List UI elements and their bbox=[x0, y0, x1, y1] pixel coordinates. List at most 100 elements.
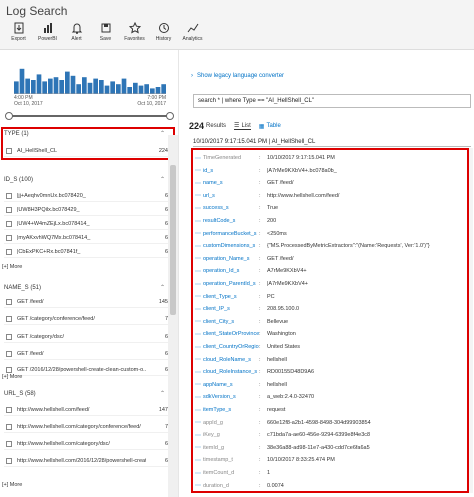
histogram-bar[interactable] bbox=[42, 81, 47, 94]
timeline-histogram[interactable] bbox=[14, 64, 166, 94]
filter-scrollbar[interactable] bbox=[168, 135, 178, 497]
save-button[interactable]: Save bbox=[91, 20, 120, 50]
toolbar: Export PowerBI Alert Save Favorites Hist… bbox=[0, 20, 474, 50]
facet-url-row[interactable]: http://www.hellshell.com/2016/12/28/powe… bbox=[4, 455, 168, 467]
facet-url-row[interactable]: http://www.hellshell.com/category/dsc/ 6 bbox=[4, 438, 168, 450]
histogram-bar[interactable] bbox=[150, 88, 155, 94]
slider-start-handle[interactable] bbox=[5, 112, 13, 120]
checkbox[interactable] bbox=[6, 298, 12, 305]
histogram-bar[interactable] bbox=[121, 78, 127, 94]
histogram-bar[interactable] bbox=[99, 80, 104, 94]
facet-url-row[interactable]: http://www.hellshell.com/category/confer… bbox=[4, 421, 168, 433]
histogram-bar[interactable] bbox=[133, 82, 138, 94]
checkbox[interactable] bbox=[6, 366, 12, 373]
tab-list[interactable]: ☰ List bbox=[234, 122, 251, 130]
more-link[interactable]: [+] More bbox=[2, 374, 22, 380]
histogram-bar[interactable] bbox=[110, 81, 115, 94]
legacy-converter-link[interactable]: › Show legacy language converter bbox=[191, 73, 284, 79]
histogram-bar[interactable] bbox=[82, 77, 87, 94]
histogram-bar[interactable] bbox=[19, 68, 25, 94]
export-button[interactable]: Export bbox=[4, 20, 33, 50]
facet-value: GET /category/conference/feed/ bbox=[17, 315, 95, 322]
powerbi-label: PowerBI bbox=[38, 36, 57, 42]
histogram-bar[interactable] bbox=[155, 87, 161, 94]
histogram-bar[interactable] bbox=[144, 84, 149, 94]
query-input[interactable]: search * | where Type == "AI_HellShell_C… bbox=[193, 94, 471, 108]
facet-name-row[interactable]: GET /category/dsc/ 6 bbox=[4, 331, 168, 343]
checkbox[interactable] bbox=[6, 406, 12, 413]
facet-id-row[interactable]: |CbExPKC+Rx.bc07841f_ 6 bbox=[4, 246, 168, 258]
results-pane: › Show legacy language converter search … bbox=[178, 50, 474, 497]
histogram-bar[interactable] bbox=[59, 80, 64, 94]
histogram-bar[interactable] bbox=[161, 84, 166, 94]
checkbox[interactable] bbox=[6, 457, 12, 464]
time-range-slider[interactable] bbox=[5, 112, 174, 120]
checkbox[interactable] bbox=[6, 350, 12, 357]
collapse-icon[interactable]: ⌃ bbox=[160, 176, 165, 183]
checkbox[interactable] bbox=[6, 192, 12, 199]
facet-count: 6 bbox=[164, 248, 168, 255]
start-date: Oct 10, 2017 bbox=[14, 101, 43, 107]
facet-name-row[interactable]: GET /category/conference/feed/ 7 bbox=[4, 313, 168, 325]
filter-pane: 4:00 PM Oct 10, 2017 7:00 PM Oct 10, 201… bbox=[0, 50, 178, 497]
scrollbar-thumb[interactable] bbox=[170, 165, 176, 315]
histogram-bar[interactable] bbox=[14, 81, 19, 94]
tab-table[interactable]: ▦ Table bbox=[259, 123, 281, 130]
facet-id-row[interactable]: |myAKxvhWQ7Mx.bc078414_ 6 bbox=[4, 232, 168, 244]
history-button[interactable]: History bbox=[149, 20, 178, 50]
checkbox[interactable] bbox=[6, 315, 12, 322]
more-link[interactable]: [+] More bbox=[2, 482, 22, 488]
chevron-right-icon: › bbox=[191, 73, 193, 79]
facet-value: |UW8H3PQilx.bc078429_ bbox=[17, 206, 80, 213]
histogram-bar[interactable] bbox=[31, 80, 36, 94]
facet-count: 145 bbox=[158, 298, 168, 305]
collapse-icon[interactable]: ⌃ bbox=[160, 390, 165, 397]
checkbox[interactable] bbox=[6, 248, 12, 255]
alert-button[interactable]: Alert bbox=[62, 20, 91, 50]
more-link[interactable]: [+] More bbox=[2, 264, 22, 270]
facet-name-row[interactable]: GET /2016/12/28/powershell-create-clean-… bbox=[4, 364, 168, 376]
slider-end-handle[interactable] bbox=[166, 112, 174, 120]
checkbox[interactable] bbox=[6, 423, 12, 430]
history-icon bbox=[158, 23, 169, 33]
favorites-button[interactable]: Favorites bbox=[120, 20, 149, 50]
analytics-button[interactable]: Analytics bbox=[178, 20, 207, 50]
facet-name-row[interactable]: GET /feed/ 6 bbox=[4, 348, 168, 360]
histogram-bar[interactable] bbox=[36, 74, 42, 94]
facet-url-row[interactable]: http://www.hellshell.com/feed/ 147 bbox=[4, 404, 168, 416]
checkbox[interactable] bbox=[6, 220, 12, 227]
checkbox[interactable] bbox=[6, 333, 12, 340]
favorites-label: Favorites bbox=[124, 36, 145, 42]
powerbi-icon bbox=[43, 23, 52, 33]
histogram-bar[interactable] bbox=[104, 85, 110, 94]
facet-value: GET /category/dsc/ bbox=[17, 333, 64, 340]
facet-value: http://www.hellshell.com/category/confer… bbox=[17, 423, 141, 430]
histogram-bar[interactable] bbox=[116, 84, 121, 94]
checkbox[interactable] bbox=[6, 440, 12, 447]
histogram-bar[interactable] bbox=[87, 82, 93, 94]
facet-name-row[interactable]: GET /feed/ 145 bbox=[4, 296, 168, 308]
histogram-bar[interactable] bbox=[70, 75, 76, 94]
facet-id-row[interactable]: |jj+Aeqhv0mnUx.bc078420_ 6 bbox=[4, 190, 168, 202]
results-bar: 224 Results ☰ List ▦ Table bbox=[189, 121, 281, 131]
histogram-bar[interactable] bbox=[127, 87, 132, 94]
checkbox[interactable] bbox=[6, 206, 12, 213]
histogram-bar[interactable] bbox=[93, 78, 98, 94]
facet-count: 6 bbox=[164, 440, 168, 447]
histogram-bar[interactable] bbox=[48, 78, 53, 94]
facet-count: 6 bbox=[164, 220, 168, 227]
export-icon bbox=[14, 22, 23, 34]
histogram-bar[interactable] bbox=[76, 84, 81, 94]
histogram-bar[interactable] bbox=[25, 78, 30, 94]
facet-count: 6 bbox=[164, 192, 168, 199]
facet-id-row[interactable]: |UW8H3PQilx.bc078429_ 6 bbox=[4, 204, 168, 216]
collapse-icon[interactable]: ⌃ bbox=[160, 284, 165, 291]
histogram-bar[interactable] bbox=[138, 85, 144, 94]
facet-id-row[interactable]: |UW4+W4mZEjLx.bc078414_ 6 bbox=[4, 218, 168, 230]
results-count: 224 bbox=[189, 121, 205, 131]
powerbi-button[interactable]: PowerBI bbox=[33, 20, 62, 50]
histogram-bar[interactable] bbox=[53, 77, 59, 94]
checkbox[interactable] bbox=[6, 234, 12, 241]
histogram-bar[interactable] bbox=[65, 71, 70, 94]
facet-value: |UW4+W4mZEjLx.bc078414_ bbox=[17, 220, 90, 227]
